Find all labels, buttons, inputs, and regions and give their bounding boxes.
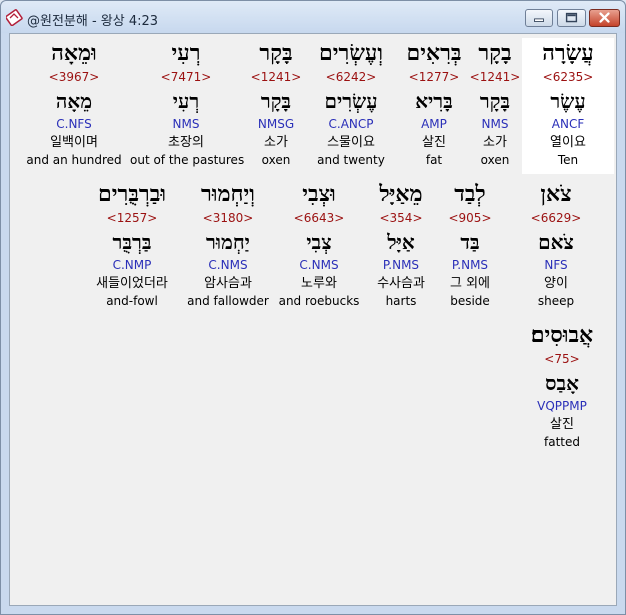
english-gloss: harts [385,294,417,308]
hebrew-word: בְּרִאִים [406,40,462,66]
app-window: @원전분해 - 왕상 4:23 עֲשָׂרָה <6235> עֶשֶׂר A… [0,0,626,615]
hebrew-lemma: עֶשְׂרִים [324,89,378,113]
hebrew-word: וּמֵאָה [51,40,97,66]
korean-gloss: 노루와 [301,276,337,291]
hebrew-word: מֵאַיָּל [379,181,423,207]
morphology: NMS [172,117,200,131]
morphology: C.ANCP [328,117,374,131]
word-block[interactable]: מֵאַיָּל <354> אַיָּל P.NMS 수사슴과 harts [356,179,446,309]
morphology: AMP [421,117,447,131]
title-bar[interactable]: @원전분해 - 왕상 4:23 [1,1,625,33]
morphology: C.NMS [208,258,248,272]
english-gloss: and twenty [317,153,385,167]
hebrew-word: רְעִי [171,40,201,66]
word-block[interactable]: וּבַרְבֻּרִים <1257> בַּרְבֻּר C.NMP 새들이… [72,179,192,309]
strong-number[interactable]: <3967> [24,68,124,86]
strong-number[interactable]: <6242> [301,68,401,86]
minimize-button[interactable] [525,9,553,27]
english-gloss: Ten [557,153,579,167]
interlinear-panel: עֲשָׂרָה <6235> עֶשֶׂר ANCF 열이요 Ten בָקָ… [9,33,617,606]
close-button[interactable] [589,9,620,27]
maximize-button[interactable] [557,9,586,27]
word-block[interactable]: בָּקָר <1241> בָּקָר NMSG 소가 oxen [236,38,316,168]
hebrew-lemma: יַחְמוּר [206,230,250,254]
morphology: P.NMS [382,258,420,272]
word-block[interactable]: עֲשָׂרָה <6235> עֶשֶׂר ANCF 열이요 Ten [522,38,614,174]
english-gloss: and roebucks [278,294,360,308]
bible-app-icon [6,9,23,26]
korean-gloss: 살진 [422,135,446,150]
korean-gloss: 암사슴과 [204,276,252,291]
hebrew-word: וּצְבִי [302,181,336,207]
strong-number[interactable]: <7471> [130,68,242,86]
word-block[interactable]: וּצְבִי <6643> צְבִי C.NMS 노루와 and roebu… [269,179,369,309]
window-title: @원전분해 - 왕상 4:23 [27,14,159,29]
hebrew-word: בָּקָר [259,40,293,66]
english-gloss: sheep [537,294,575,308]
korean-gloss: 살진 [550,417,574,432]
korean-gloss: 소가 [264,135,288,150]
strong-number[interactable]: <6643> [269,209,369,227]
strong-number[interactable]: <75> [517,350,607,368]
word-block[interactable]: בְּרִאִים <1277> בָּרִיא AMP 살진 fat [388,38,480,168]
hebrew-word: וְיַחְמוּר [201,181,255,207]
hebrew-word: וּבַרְבֻּרִים [98,181,166,207]
english-gloss: and fallowder [187,294,269,308]
strong-number[interactable]: <6235> [522,68,614,86]
english-gloss: oxen [261,153,291,167]
korean-gloss: 양이 [544,276,568,291]
hebrew-lemma: בָּרִיא [415,89,453,113]
english-gloss: out of the pastures [130,153,245,167]
korean-gloss: 스물이요 [327,135,375,150]
hebrew-word: אֲבוּסִים׃ [530,322,594,348]
english-gloss: and an hundred [26,153,122,167]
hebrew-lemma: עֶשֶׂר [550,89,586,113]
word-block[interactable]: צֹאן <6629> צֹאם NFS 양이 sheep [516,179,596,309]
morphology: ANCF [551,117,585,131]
word-block[interactable]: אֲבוּסִים׃ <75> אָבַס VQPPMP 살진 fatted [517,320,607,450]
hebrew-lemma: רְעִי [172,89,200,113]
korean-gloss: 새들이었더라 [96,276,168,291]
hebrew-word: צֹאן [540,181,572,207]
korean-gloss: 수사슴과 [377,276,425,291]
hebrew-word: עֲשָׂרָה [542,40,594,66]
english-gloss: fat [425,153,443,167]
hebrew-lemma: מֵאָה [55,89,93,113]
korean-gloss: 초장의 [168,135,204,150]
hebrew-lemma: צְבִי [306,230,332,254]
english-gloss: and-fowl [106,294,158,308]
korean-gloss: 열이요 [550,135,586,150]
morphology: NMSG [257,117,295,131]
hebrew-lemma: בַּרְבֻּר [112,230,152,254]
close-icon [599,12,610,23]
strong-number[interactable]: <1241> [236,68,316,86]
hebrew-lemma: צֹאם [538,230,574,254]
strong-number[interactable]: <1257> [72,209,192,227]
minimize-icon [534,18,544,22]
morphology: VQPPMP [537,399,587,413]
word-block[interactable]: וְיַחְמוּר <3180> יַחְמוּר C.NMS 암사슴과 an… [178,179,278,309]
strong-number[interactable]: <6629> [516,209,596,227]
hebrew-lemma: בָּקָר [260,89,292,113]
morphology: C.NMP [112,258,152,272]
morphology: C.NFS [56,117,92,131]
hebrew-word: וְעֶשְׂרִים [319,40,383,66]
strong-number[interactable]: <1277> [388,68,480,86]
word-block[interactable]: רְעִי <7471> רְעִי NMS 초장의 out of the pa… [130,38,245,168]
strong-number[interactable]: <3180> [178,209,278,227]
korean-gloss: 일백이며 [50,135,98,150]
word-block[interactable]: וְעֶשְׂרִים <6242> עֶשְׂרִים C.ANCP 스물이요… [301,38,401,168]
hebrew-lemma: אָבַס [545,371,579,395]
maximize-icon [565,12,578,23]
morphology: NFS [544,258,568,272]
morphology: C.NMS [299,258,339,272]
word-block[interactable]: וּמֵאָה <3967> מֵאָה C.NFS 일백이며 and an h… [24,38,124,168]
strong-number[interactable]: <354> [356,209,446,227]
english-gloss: fatted [544,435,580,449]
hebrew-lemma: אַיָּל [387,230,415,254]
